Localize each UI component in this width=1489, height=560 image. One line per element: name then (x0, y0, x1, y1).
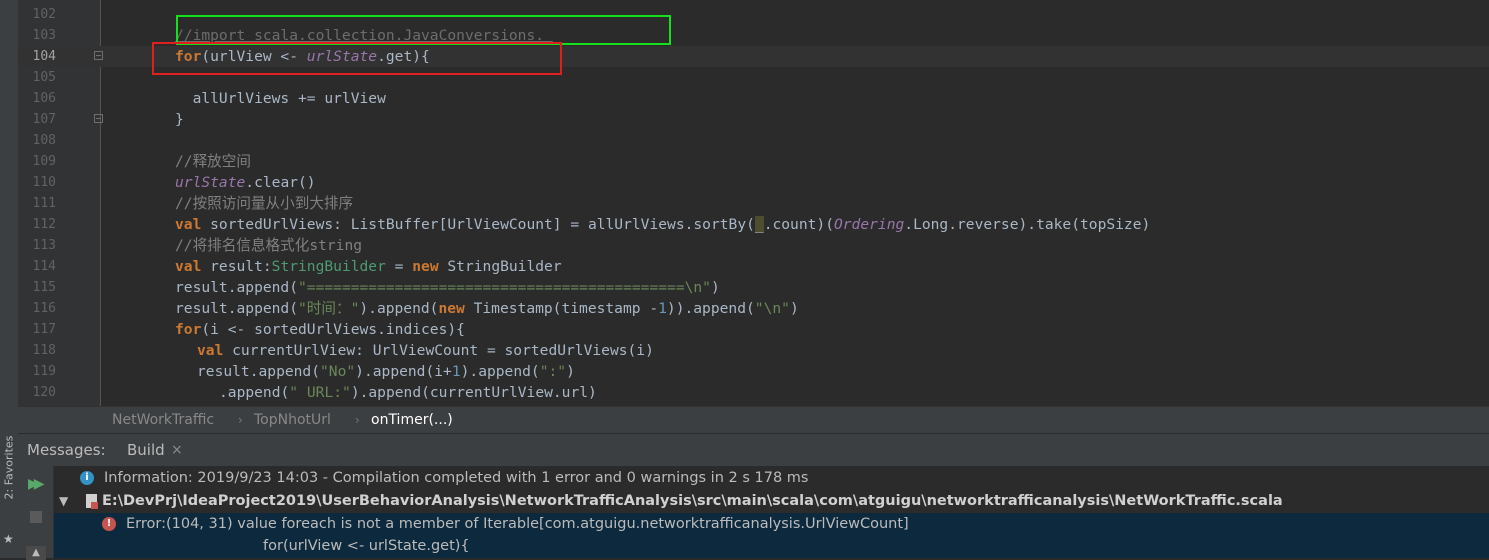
code-line: 109 //释放空间 (18, 151, 1489, 172)
code-line: 114 val result:StringBuilder = new Strin… (18, 256, 1489, 277)
code-line: 119 result.append("No").append(i+1).appe… (18, 361, 1489, 382)
line-number: 116 (32, 301, 56, 316)
code-text[interactable]: result.append("=========================… (175, 277, 720, 298)
message-row-file[interactable]: ▼ E:\DevPrj\IdeaProject2019\UserBehavior… (54, 490, 1489, 512)
error-icon: ! (102, 517, 116, 531)
tab-build[interactable]: Build (127, 434, 165, 466)
star-icon[interactable]: ★ (3, 532, 14, 546)
collapse-triangle-icon[interactable]: ▼ (59, 490, 68, 512)
message-row-error[interactable]: ! Error:(104, 31) value foreach is not a… (54, 513, 1489, 558)
code-line: 111 //按照访问量从小到大排序 (18, 193, 1489, 214)
code-text[interactable]: //释放空间 (175, 151, 251, 172)
annotation-box-red (152, 42, 562, 75)
code-line: 107 } (18, 109, 1489, 130)
code-text[interactable]: .append(" URL:").append(currentUrlView.u… (219, 382, 597, 403)
messages-list[interactable]: i Information: 2019/9/23 14:03 - Compila… (54, 466, 1489, 558)
code-editor[interactable]: 102 103 //import scala.collection.JavaCo… (18, 0, 1489, 406)
code-line: 113 //将排名信息格式化string (18, 235, 1489, 256)
code-text[interactable]: urlState.clear() (175, 172, 316, 193)
breadcrumb-item[interactable]: NetWorkTraffic (112, 407, 214, 433)
messages-toolbar: ▶▶ ▲ (18, 466, 54, 560)
left-tool-stripe: 2: Favorites ★ (0, 0, 19, 558)
line-number: 103 (32, 28, 56, 43)
line-number: 109 (32, 154, 56, 169)
code-text[interactable]: } (175, 109, 184, 130)
code-line: 115 result.append("=====================… (18, 277, 1489, 298)
message-text: Information: 2019/9/23 14:03 - Compilati… (104, 470, 809, 486)
annotation-box-green (176, 15, 671, 45)
scala-file-error-icon (86, 494, 98, 509)
code-line: 120 .append(" URL:").append(currentUrlVi… (18, 382, 1489, 403)
breadcrumb-item[interactable]: TopNhotUrl (254, 407, 331, 433)
line-number: 107 (32, 112, 56, 127)
code-text[interactable]: result.append("时间：").append(new Timestam… (175, 298, 799, 319)
line-number: 108 (32, 133, 56, 148)
line-number: 115 (32, 280, 56, 295)
code-line: 112 val sortedUrlViews: ListBuffer[UrlVi… (18, 214, 1489, 235)
close-icon[interactable]: × (171, 434, 183, 466)
info-icon: i (80, 471, 94, 485)
line-number: 105 (32, 70, 56, 85)
favorites-tab[interactable]: 2: Favorites (3, 436, 16, 500)
error-text: Error:(104, 31) value foreach is not a m… (126, 516, 909, 532)
code-text[interactable]: //将排名信息格式化string (175, 235, 362, 256)
line-number: 118 (32, 343, 56, 358)
line-number: 110 (32, 175, 56, 190)
messages-title: Messages: (27, 441, 106, 459)
code-line: 110 urlState.clear() (18, 172, 1489, 193)
code-text[interactable]: allUrlViews += urlView (175, 88, 386, 109)
line-number: 119 (32, 364, 56, 379)
code-text[interactable]: val currentUrlView: UrlViewCount = sorte… (197, 340, 654, 361)
breadcrumb-item-current[interactable]: onTimer(...) (371, 407, 453, 433)
chevron-right-icon: › (355, 413, 360, 427)
code-text[interactable]: //按照访问量从小到大排序 (175, 193, 353, 214)
fold-marker-icon[interactable] (94, 114, 103, 123)
message-row[interactable]: i Information: 2019/9/23 14:03 - Compila… (54, 467, 1489, 489)
line-number: 106 (32, 91, 56, 106)
messages-header: Messages: Build × (18, 433, 1489, 466)
code-line: 118 val currentUrlView: UrlViewCount = s… (18, 340, 1489, 361)
breadcrumb: NetWorkTraffic › TopNhotUrl › onTimer(..… (18, 406, 1489, 433)
fold-marker-icon[interactable] (94, 51, 103, 60)
code-text[interactable]: val result:StringBuilder = new StringBui… (175, 256, 562, 277)
file-path: E:\DevPrj\IdeaProject2019\UserBehaviorAn… (102, 493, 1283, 509)
code-line: 116 result.append("时间：").append(new Time… (18, 298, 1489, 319)
rerun-icon[interactable]: ▶▶ (28, 476, 44, 492)
line-number: 111 (32, 196, 56, 211)
line-number: 117 (32, 322, 56, 337)
line-number: 112 (32, 217, 56, 232)
code-text[interactable]: for(i <- sortedUrlViews.indices){ (175, 319, 465, 340)
line-number: 113 (32, 238, 56, 253)
code-line: 108 (18, 130, 1489, 151)
line-number: 114 (32, 259, 56, 274)
chevron-right-icon: › (238, 413, 243, 427)
error-code-snippet: for(urlView <- urlState.get){ (263, 538, 470, 554)
stop-icon[interactable] (30, 511, 42, 523)
line-number: 104 (32, 49, 56, 64)
code-line: 117 for(i <- sortedUrlViews.indices){ (18, 319, 1489, 340)
line-number: 120 (32, 385, 56, 400)
line-number: 102 (32, 7, 56, 22)
code-line: 106 allUrlViews += urlView (18, 88, 1489, 109)
code-text[interactable]: val sortedUrlViews: ListBuffer[UrlViewCo… (175, 214, 1150, 235)
code-text[interactable]: result.append("No").append(i+1).append("… (197, 361, 575, 382)
